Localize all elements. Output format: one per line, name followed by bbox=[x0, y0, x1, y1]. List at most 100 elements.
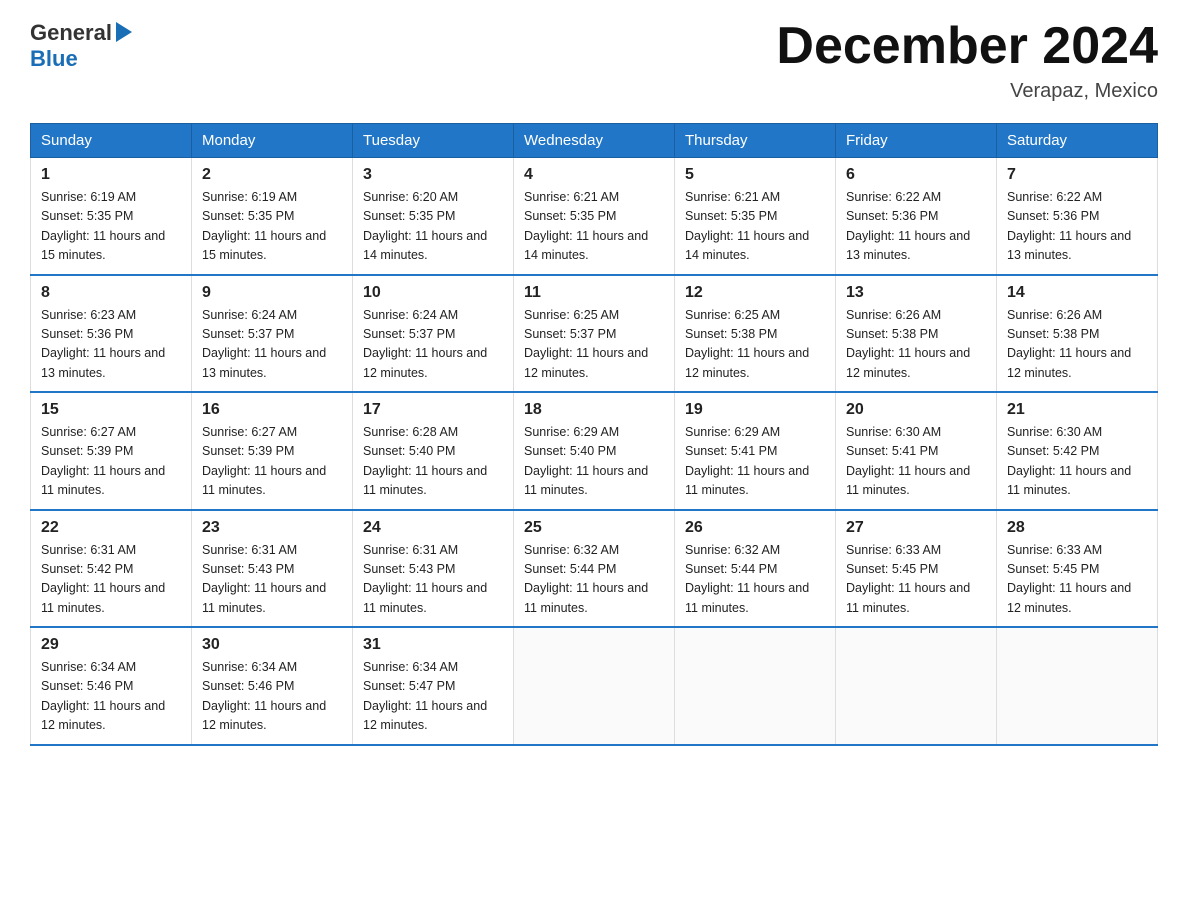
day-info: Sunrise: 6:24 AMSunset: 5:37 PMDaylight:… bbox=[363, 308, 487, 380]
day-number: 2 bbox=[202, 166, 342, 184]
weekday-header-thursday: Thursday bbox=[675, 124, 836, 158]
day-info: Sunrise: 6:23 AMSunset: 5:36 PMDaylight:… bbox=[41, 308, 165, 380]
location-subtitle: Verapaz, Mexico bbox=[776, 80, 1158, 103]
day-info: Sunrise: 6:33 AMSunset: 5:45 PMDaylight:… bbox=[1007, 543, 1131, 615]
calendar-week-row: 22 Sunrise: 6:31 AMSunset: 5:42 PMDaylig… bbox=[31, 510, 1158, 628]
day-number: 26 bbox=[685, 519, 825, 537]
day-info: Sunrise: 6:19 AMSunset: 5:35 PMDaylight:… bbox=[41, 190, 165, 262]
day-info: Sunrise: 6:22 AMSunset: 5:36 PMDaylight:… bbox=[1007, 190, 1131, 262]
page-header: General Blue December 2024 Verapaz, Mexi… bbox=[30, 20, 1158, 103]
day-number: 15 bbox=[41, 401, 181, 419]
day-number: 14 bbox=[1007, 284, 1147, 302]
weekday-header-row: SundayMondayTuesdayWednesdayThursdayFrid… bbox=[31, 124, 1158, 158]
calendar-week-row: 29 Sunrise: 6:34 AMSunset: 5:46 PMDaylig… bbox=[31, 627, 1158, 745]
day-number: 4 bbox=[524, 166, 664, 184]
day-info: Sunrise: 6:20 AMSunset: 5:35 PMDaylight:… bbox=[363, 190, 487, 262]
day-info: Sunrise: 6:25 AMSunset: 5:38 PMDaylight:… bbox=[685, 308, 809, 380]
day-info: Sunrise: 6:29 AMSunset: 5:41 PMDaylight:… bbox=[685, 425, 809, 497]
day-number: 5 bbox=[685, 166, 825, 184]
calendar-cell: 27 Sunrise: 6:33 AMSunset: 5:45 PMDaylig… bbox=[836, 510, 997, 628]
day-info: Sunrise: 6:30 AMSunset: 5:42 PMDaylight:… bbox=[1007, 425, 1131, 497]
calendar-cell bbox=[675, 627, 836, 745]
day-info: Sunrise: 6:34 AMSunset: 5:46 PMDaylight:… bbox=[202, 660, 326, 732]
calendar-cell: 26 Sunrise: 6:32 AMSunset: 5:44 PMDaylig… bbox=[675, 510, 836, 628]
day-number: 10 bbox=[363, 284, 503, 302]
calendar-cell: 15 Sunrise: 6:27 AMSunset: 5:39 PMDaylig… bbox=[31, 392, 192, 510]
calendar-cell: 21 Sunrise: 6:30 AMSunset: 5:42 PMDaylig… bbox=[997, 392, 1158, 510]
calendar-cell: 23 Sunrise: 6:31 AMSunset: 5:43 PMDaylig… bbox=[192, 510, 353, 628]
day-number: 13 bbox=[846, 284, 986, 302]
logo-arrow-icon bbox=[116, 22, 132, 42]
calendar-table: SundayMondayTuesdayWednesdayThursdayFrid… bbox=[30, 123, 1158, 746]
day-number: 25 bbox=[524, 519, 664, 537]
calendar-cell: 6 Sunrise: 6:22 AMSunset: 5:36 PMDayligh… bbox=[836, 158, 997, 275]
day-number: 6 bbox=[846, 166, 986, 184]
day-info: Sunrise: 6:26 AMSunset: 5:38 PMDaylight:… bbox=[846, 308, 970, 380]
day-info: Sunrise: 6:19 AMSunset: 5:35 PMDaylight:… bbox=[202, 190, 326, 262]
day-info: Sunrise: 6:32 AMSunset: 5:44 PMDaylight:… bbox=[685, 543, 809, 615]
day-number: 17 bbox=[363, 401, 503, 419]
calendar-cell: 16 Sunrise: 6:27 AMSunset: 5:39 PMDaylig… bbox=[192, 392, 353, 510]
weekday-header-wednesday: Wednesday bbox=[514, 124, 675, 158]
day-number: 3 bbox=[363, 166, 503, 184]
calendar-cell: 1 Sunrise: 6:19 AMSunset: 5:35 PMDayligh… bbox=[31, 158, 192, 275]
calendar-week-row: 15 Sunrise: 6:27 AMSunset: 5:39 PMDaylig… bbox=[31, 392, 1158, 510]
day-info: Sunrise: 6:31 AMSunset: 5:43 PMDaylight:… bbox=[363, 543, 487, 615]
day-number: 9 bbox=[202, 284, 342, 302]
calendar-cell: 2 Sunrise: 6:19 AMSunset: 5:35 PMDayligh… bbox=[192, 158, 353, 275]
weekday-header-friday: Friday bbox=[836, 124, 997, 158]
calendar-cell: 30 Sunrise: 6:34 AMSunset: 5:46 PMDaylig… bbox=[192, 627, 353, 745]
month-title: December 2024 bbox=[776, 20, 1158, 72]
calendar-cell bbox=[836, 627, 997, 745]
day-number: 29 bbox=[41, 636, 181, 654]
calendar-cell: 13 Sunrise: 6:26 AMSunset: 5:38 PMDaylig… bbox=[836, 275, 997, 393]
logo-general-text: General bbox=[30, 20, 112, 45]
day-number: 24 bbox=[363, 519, 503, 537]
calendar-cell: 17 Sunrise: 6:28 AMSunset: 5:40 PMDaylig… bbox=[353, 392, 514, 510]
day-number: 27 bbox=[846, 519, 986, 537]
calendar-cell: 12 Sunrise: 6:25 AMSunset: 5:38 PMDaylig… bbox=[675, 275, 836, 393]
day-number: 11 bbox=[524, 284, 664, 302]
day-number: 18 bbox=[524, 401, 664, 419]
day-number: 20 bbox=[846, 401, 986, 419]
day-number: 7 bbox=[1007, 166, 1147, 184]
day-info: Sunrise: 6:27 AMSunset: 5:39 PMDaylight:… bbox=[41, 425, 165, 497]
weekday-header-monday: Monday bbox=[192, 124, 353, 158]
day-info: Sunrise: 6:21 AMSunset: 5:35 PMDaylight:… bbox=[524, 190, 648, 262]
day-info: Sunrise: 6:34 AMSunset: 5:47 PMDaylight:… bbox=[363, 660, 487, 732]
day-info: Sunrise: 6:30 AMSunset: 5:41 PMDaylight:… bbox=[846, 425, 970, 497]
day-info: Sunrise: 6:21 AMSunset: 5:35 PMDaylight:… bbox=[685, 190, 809, 262]
calendar-week-row: 8 Sunrise: 6:23 AMSunset: 5:36 PMDayligh… bbox=[31, 275, 1158, 393]
day-info: Sunrise: 6:22 AMSunset: 5:36 PMDaylight:… bbox=[846, 190, 970, 262]
day-number: 19 bbox=[685, 401, 825, 419]
day-info: Sunrise: 6:24 AMSunset: 5:37 PMDaylight:… bbox=[202, 308, 326, 380]
weekday-header-tuesday: Tuesday bbox=[353, 124, 514, 158]
calendar-cell: 11 Sunrise: 6:25 AMSunset: 5:37 PMDaylig… bbox=[514, 275, 675, 393]
calendar-cell: 18 Sunrise: 6:29 AMSunset: 5:40 PMDaylig… bbox=[514, 392, 675, 510]
day-number: 12 bbox=[685, 284, 825, 302]
weekday-header-saturday: Saturday bbox=[997, 124, 1158, 158]
day-info: Sunrise: 6:27 AMSunset: 5:39 PMDaylight:… bbox=[202, 425, 326, 497]
calendar-cell: 5 Sunrise: 6:21 AMSunset: 5:35 PMDayligh… bbox=[675, 158, 836, 275]
day-number: 30 bbox=[202, 636, 342, 654]
calendar-cell: 25 Sunrise: 6:32 AMSunset: 5:44 PMDaylig… bbox=[514, 510, 675, 628]
calendar-cell: 8 Sunrise: 6:23 AMSunset: 5:36 PMDayligh… bbox=[31, 275, 192, 393]
calendar-cell: 9 Sunrise: 6:24 AMSunset: 5:37 PMDayligh… bbox=[192, 275, 353, 393]
day-number: 31 bbox=[363, 636, 503, 654]
calendar-cell: 3 Sunrise: 6:20 AMSunset: 5:35 PMDayligh… bbox=[353, 158, 514, 275]
day-info: Sunrise: 6:25 AMSunset: 5:37 PMDaylight:… bbox=[524, 308, 648, 380]
day-number: 22 bbox=[41, 519, 181, 537]
day-info: Sunrise: 6:32 AMSunset: 5:44 PMDaylight:… bbox=[524, 543, 648, 615]
calendar-week-row: 1 Sunrise: 6:19 AMSunset: 5:35 PMDayligh… bbox=[31, 158, 1158, 275]
title-area: December 2024 Verapaz, Mexico bbox=[776, 20, 1158, 103]
calendar-cell: 24 Sunrise: 6:31 AMSunset: 5:43 PMDaylig… bbox=[353, 510, 514, 628]
day-info: Sunrise: 6:28 AMSunset: 5:40 PMDaylight:… bbox=[363, 425, 487, 497]
calendar-cell: 22 Sunrise: 6:31 AMSunset: 5:42 PMDaylig… bbox=[31, 510, 192, 628]
day-info: Sunrise: 6:26 AMSunset: 5:38 PMDaylight:… bbox=[1007, 308, 1131, 380]
calendar-cell: 14 Sunrise: 6:26 AMSunset: 5:38 PMDaylig… bbox=[997, 275, 1158, 393]
logo: General Blue bbox=[30, 20, 132, 73]
calendar-cell: 10 Sunrise: 6:24 AMSunset: 5:37 PMDaylig… bbox=[353, 275, 514, 393]
day-info: Sunrise: 6:31 AMSunset: 5:42 PMDaylight:… bbox=[41, 543, 165, 615]
day-number: 21 bbox=[1007, 401, 1147, 419]
calendar-cell bbox=[514, 627, 675, 745]
